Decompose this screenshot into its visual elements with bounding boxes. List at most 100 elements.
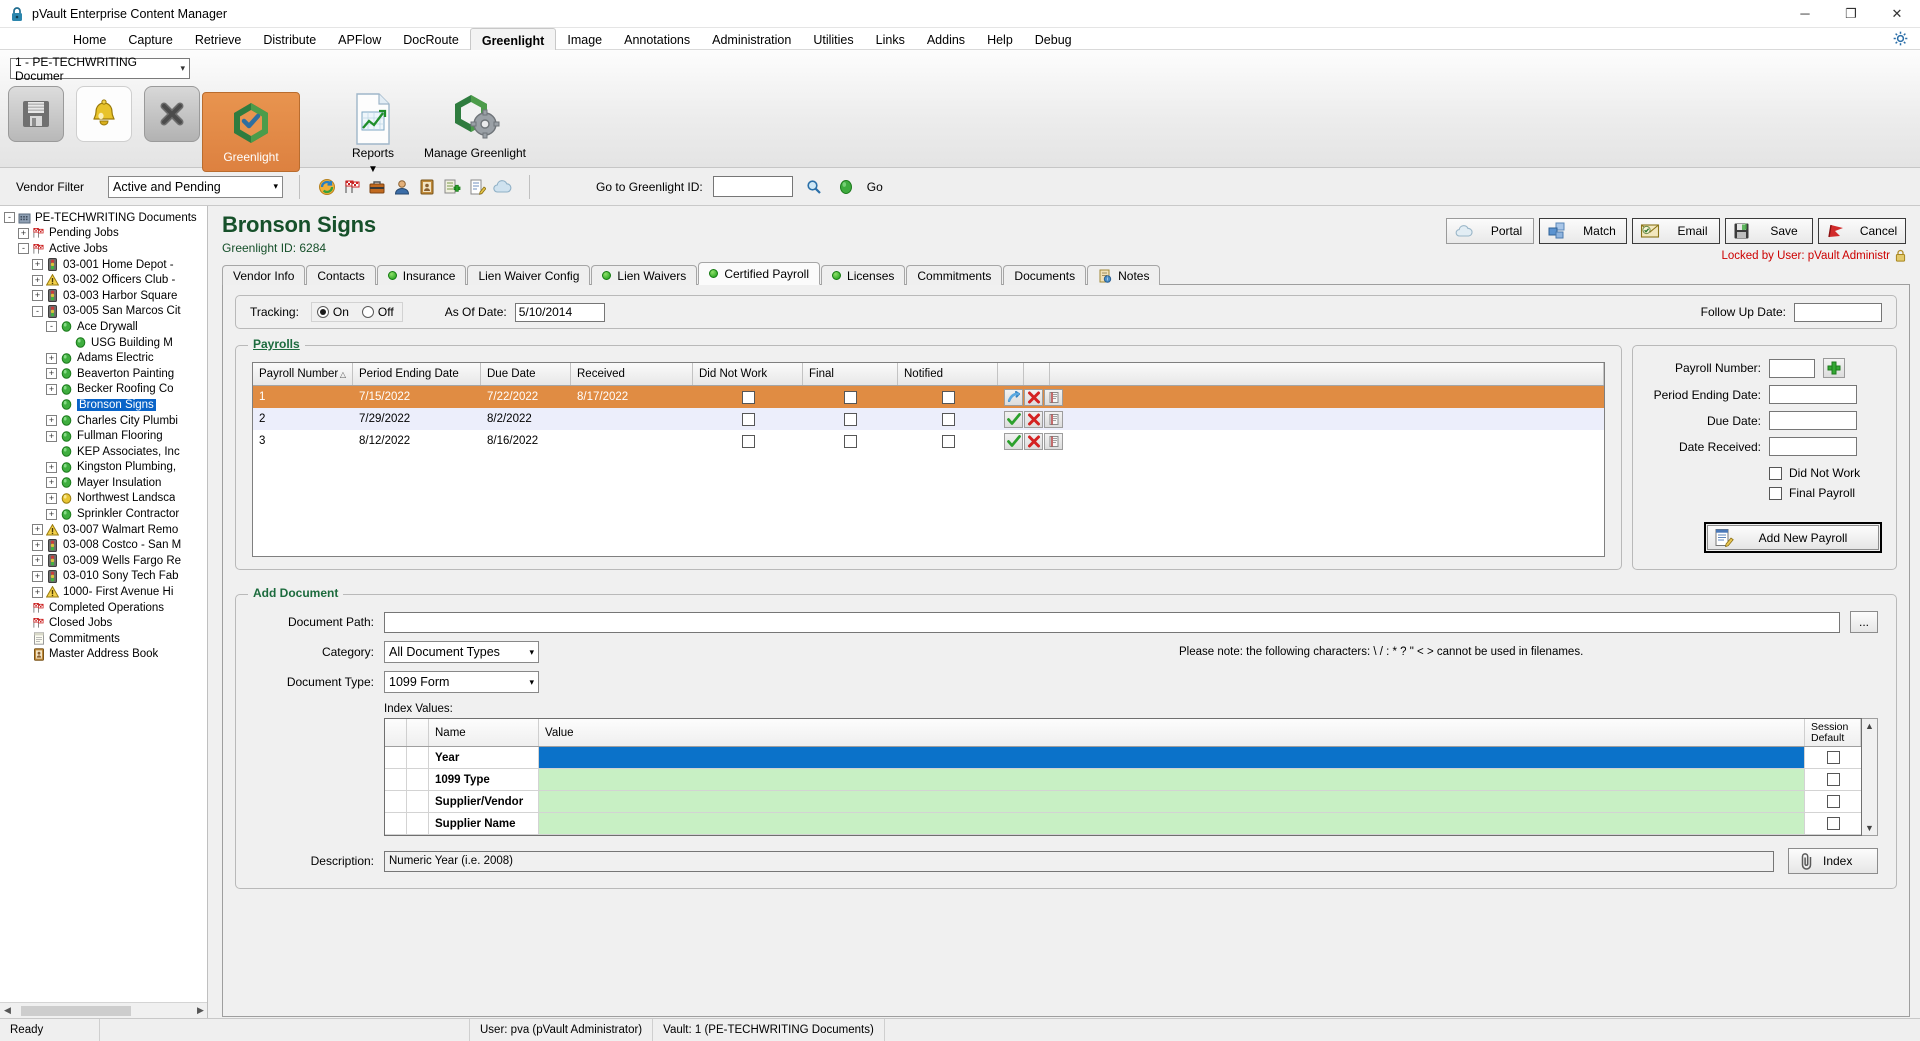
tab-commitments[interactable]: Commitments (906, 265, 1003, 285)
tab-licenses[interactable]: Licenses (821, 265, 906, 285)
index-value-row[interactable]: 1099 Type (385, 769, 1861, 791)
tree-node[interactable]: +03-008 Costco - San M (4, 537, 207, 553)
notes-page-icon[interactable] (1044, 388, 1063, 406)
tree-node[interactable]: +03-002 Officers Club - (4, 272, 207, 288)
expand-icon[interactable]: + (46, 492, 57, 504)
tree-node[interactable]: - Ace Drywall (4, 319, 207, 335)
menu-item-annotations[interactable]: Annotations (613, 28, 701, 50)
check-icon[interactable] (1004, 410, 1023, 428)
tree-horizontal-scrollbar[interactable]: ◀ ▶ (0, 1002, 207, 1018)
go-button[interactable]: Go (867, 180, 883, 194)
expand-icon[interactable]: + (46, 415, 57, 427)
expand-icon[interactable]: + (32, 259, 43, 271)
menu-item-docroute[interactable]: DocRoute (392, 28, 470, 50)
checkbox[interactable] (1769, 486, 1782, 500)
tracking-radio-off[interactable] (361, 306, 374, 318)
checkbox[interactable] (844, 434, 857, 448)
payrolls-column-header[interactable] (998, 363, 1024, 385)
tab-documents[interactable]: Documents (1003, 265, 1087, 285)
tree-node[interactable]: Closed Jobs (4, 615, 207, 631)
cancel-icon[interactable] (144, 86, 200, 142)
index-row-value[interactable] (539, 747, 1805, 768)
tree-node[interactable]: + Charles City Plumbi (4, 413, 207, 429)
index-value-row[interactable]: Supplier/Vendor (385, 791, 1861, 813)
toolbox-icon[interactable] (366, 177, 388, 197)
expand-icon[interactable]: + (46, 430, 57, 442)
index-button[interactable]: Index (1788, 848, 1878, 874)
notes-page-icon[interactable] (1044, 410, 1063, 428)
follow-up-date-input[interactable] (1794, 302, 1882, 322)
index-row-value[interactable] (539, 769, 1805, 790)
checkbox[interactable] (844, 412, 857, 426)
tree-node[interactable]: +03-003 Harbor Square (4, 288, 207, 304)
minimize-button[interactable]: ─ (1782, 0, 1828, 28)
tree-node[interactable]: + Sprinkler Contractor (4, 506, 207, 522)
delete-x-icon[interactable] (1024, 410, 1043, 428)
payrolls-column-header[interactable]: Notified (898, 363, 998, 385)
tab-vendor-info[interactable]: Vendor Info (222, 265, 306, 285)
category-select[interactable]: All Document Types ▾ (384, 641, 539, 663)
tree-node[interactable]: +03-009 Wells Fargo Re (4, 553, 207, 569)
payrolls-column-header[interactable]: Did Not Work (693, 363, 803, 385)
tree-node[interactable]: + Kingston Plumbing, (4, 460, 207, 476)
index-value-row[interactable]: Supplier Name (385, 813, 1861, 835)
collapse-icon[interactable]: - (4, 212, 15, 224)
payroll-form-input[interactable] (1769, 358, 1815, 378)
menu-item-capture[interactable]: Capture (117, 28, 183, 50)
checkbox[interactable] (1826, 795, 1840, 808)
checkbox[interactable] (1769, 466, 1782, 480)
goto-greenlight-id-input[interactable] (712, 176, 793, 197)
menu-item-addins[interactable]: Addins (916, 28, 976, 50)
expand-icon[interactable]: + (46, 477, 57, 489)
tree-node[interactable]: - 03-005 San Marcos Cit (4, 304, 207, 320)
check-icon[interactable] (1004, 432, 1023, 450)
table-row[interactable]: 2 7/29/2022 8/2/2022 (253, 408, 1604, 430)
expand-icon[interactable]: + (32, 274, 43, 286)
notes-page-icon[interactable] (1044, 432, 1063, 450)
tree-node[interactable]: + Fullman Flooring (4, 428, 207, 444)
go-indicator-icon[interactable] (835, 177, 857, 197)
expand-icon[interactable]: + (32, 524, 43, 536)
menu-item-administration[interactable]: Administration (701, 28, 802, 50)
scroll-left-arrow[interactable]: ◀ (0, 1005, 15, 1016)
ribbon-button-manage-greenlight[interactable]: Manage Greenlight (420, 92, 530, 160)
expand-icon[interactable]: + (46, 461, 57, 473)
index-values-vertical-scrollbar[interactable]: ▲ ▼ (1862, 718, 1878, 836)
match-button[interactable]: Match (1539, 218, 1627, 244)
tracking-radio-on[interactable] (316, 306, 329, 318)
expand-icon[interactable]: + (46, 508, 57, 520)
tab-notes[interactable]: i Notes (1087, 265, 1161, 285)
menu-item-retrieve[interactable]: Retrieve (184, 28, 253, 50)
payroll-form-input[interactable] (1769, 437, 1857, 456)
vendor-filter-select[interactable]: Active and Pending ▾ (108, 175, 284, 198)
tree-node[interactable]: + Pending Jobs (4, 226, 207, 242)
tree-node[interactable]: +03-001 Home Depot - (4, 257, 207, 273)
expand-icon[interactable]: + (32, 555, 43, 567)
menu-item-apflow[interactable]: APFlow (327, 28, 392, 50)
save-button[interactable]: Save (1725, 218, 1813, 244)
delete-x-icon[interactable] (1024, 432, 1043, 450)
payrolls-column-header[interactable]: Final (803, 363, 898, 385)
document-type-select[interactable]: 1099 Form ▾ (384, 671, 539, 693)
menu-item-utilities[interactable]: Utilities (802, 28, 864, 50)
checkbox[interactable] (1826, 751, 1840, 764)
address-book-icon[interactable] (416, 177, 438, 197)
tab-certified-payroll[interactable]: Certified Payroll (698, 262, 821, 285)
tree-node[interactable]: KEP Associates, Inc (4, 444, 207, 460)
menu-item-help[interactable]: Help (976, 28, 1024, 50)
tree-node[interactable]: + Adams Electric (4, 350, 207, 366)
save-icon[interactable] (8, 86, 64, 142)
tree-node[interactable]: - Active Jobs (4, 241, 207, 257)
index-value-row[interactable]: Year (385, 747, 1861, 769)
table-row[interactable]: 3 8/12/2022 8/16/2022 (253, 430, 1604, 452)
tree-node[interactable]: +03-007 Walmart Remo (4, 522, 207, 538)
payrolls-column-header[interactable] (1024, 363, 1050, 385)
tree-node[interactable]: Master Address Book (4, 647, 207, 663)
browse-button[interactable]: ... (1850, 611, 1878, 633)
scroll-thumb[interactable] (21, 1005, 131, 1016)
add-new-payroll-button[interactable]: Add New Payroll (1707, 525, 1879, 550)
tree-node[interactable]: Commitments (4, 631, 207, 647)
settings-gear-icon[interactable] (1893, 31, 1908, 49)
email-button[interactable]: Email (1632, 218, 1720, 244)
bell-icon[interactable] (76, 86, 132, 142)
